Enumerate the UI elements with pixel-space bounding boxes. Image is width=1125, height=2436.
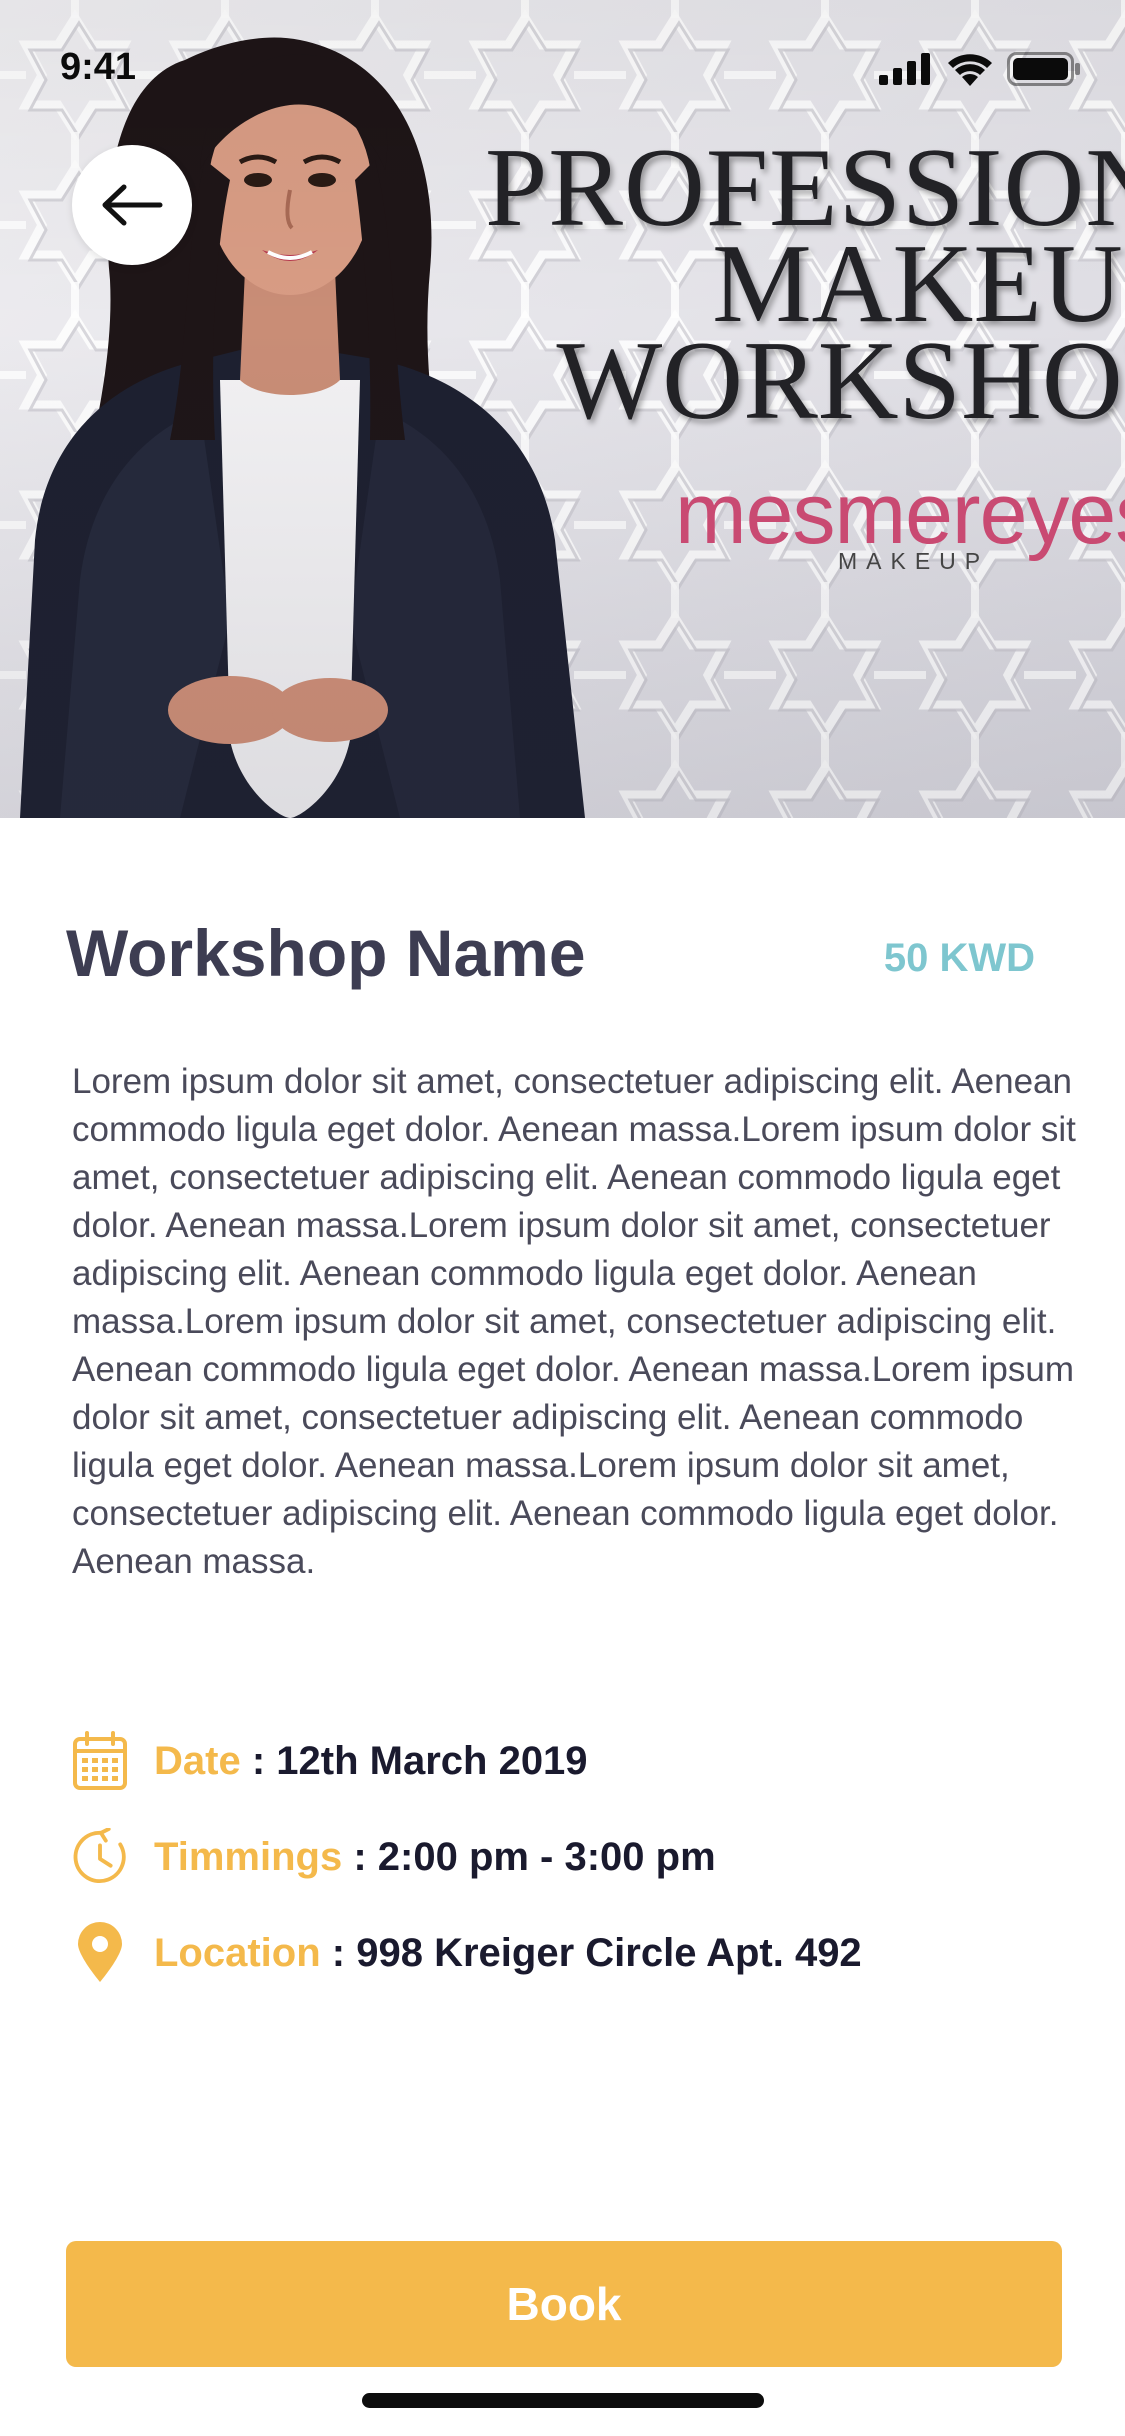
arrow-left-icon [102,184,163,226]
banner-title: PROFESSIONAL MAKEUP WORKSHOP [485,132,1125,443]
timings-row: Timmings : 2:00 pm - 3:00 pm [72,1822,716,1892]
hero-banner: PROFESSIONAL MAKEUP WORKSHOP mesmereyes … [0,0,1125,818]
date-separator: : [251,1738,266,1783]
timings-label: Timmings [154,1834,343,1879]
timings-separator: : [353,1834,367,1879]
cellular-signal-icon [879,53,930,85]
status-icons [879,50,1081,88]
back-button[interactable] [72,145,192,265]
workshop-title: Workshop Name [66,916,586,990]
workshop-description: Lorem ipsum dolor sit amet, consectetuer… [72,1062,1076,1581]
location-pin-icon [72,1921,128,1985]
location-row: Location : 998 Kreiger Circle Apt. 492 [72,1918,862,1988]
date-label: Date [154,1738,241,1783]
date-row: Date : 12th March 2019 [72,1726,588,1796]
location-label: Location [154,1930,321,1975]
brand-logo-subtitle: MAKEUP [838,548,990,574]
clock-icon [72,1825,128,1889]
banner-title-line-3: WORKSHOP [556,318,1125,443]
book-button[interactable]: Book [66,2241,1062,2367]
battery-icon [1007,52,1080,86]
home-indicator [362,2393,764,2408]
date-value: 12th March 2019 [276,1738,588,1783]
location-value: 998 Kreiger Circle Apt. 492 [356,1930,862,1975]
location-separator: : [331,1930,346,1975]
calendar-icon [72,1729,128,1793]
workshop-price: 50 KWD [883,936,1035,980]
wifi-icon [948,54,992,86]
status-time: 9:41 [60,46,137,88]
timings-value: 2:00 pm - 3:00 pm [377,1834,716,1879]
